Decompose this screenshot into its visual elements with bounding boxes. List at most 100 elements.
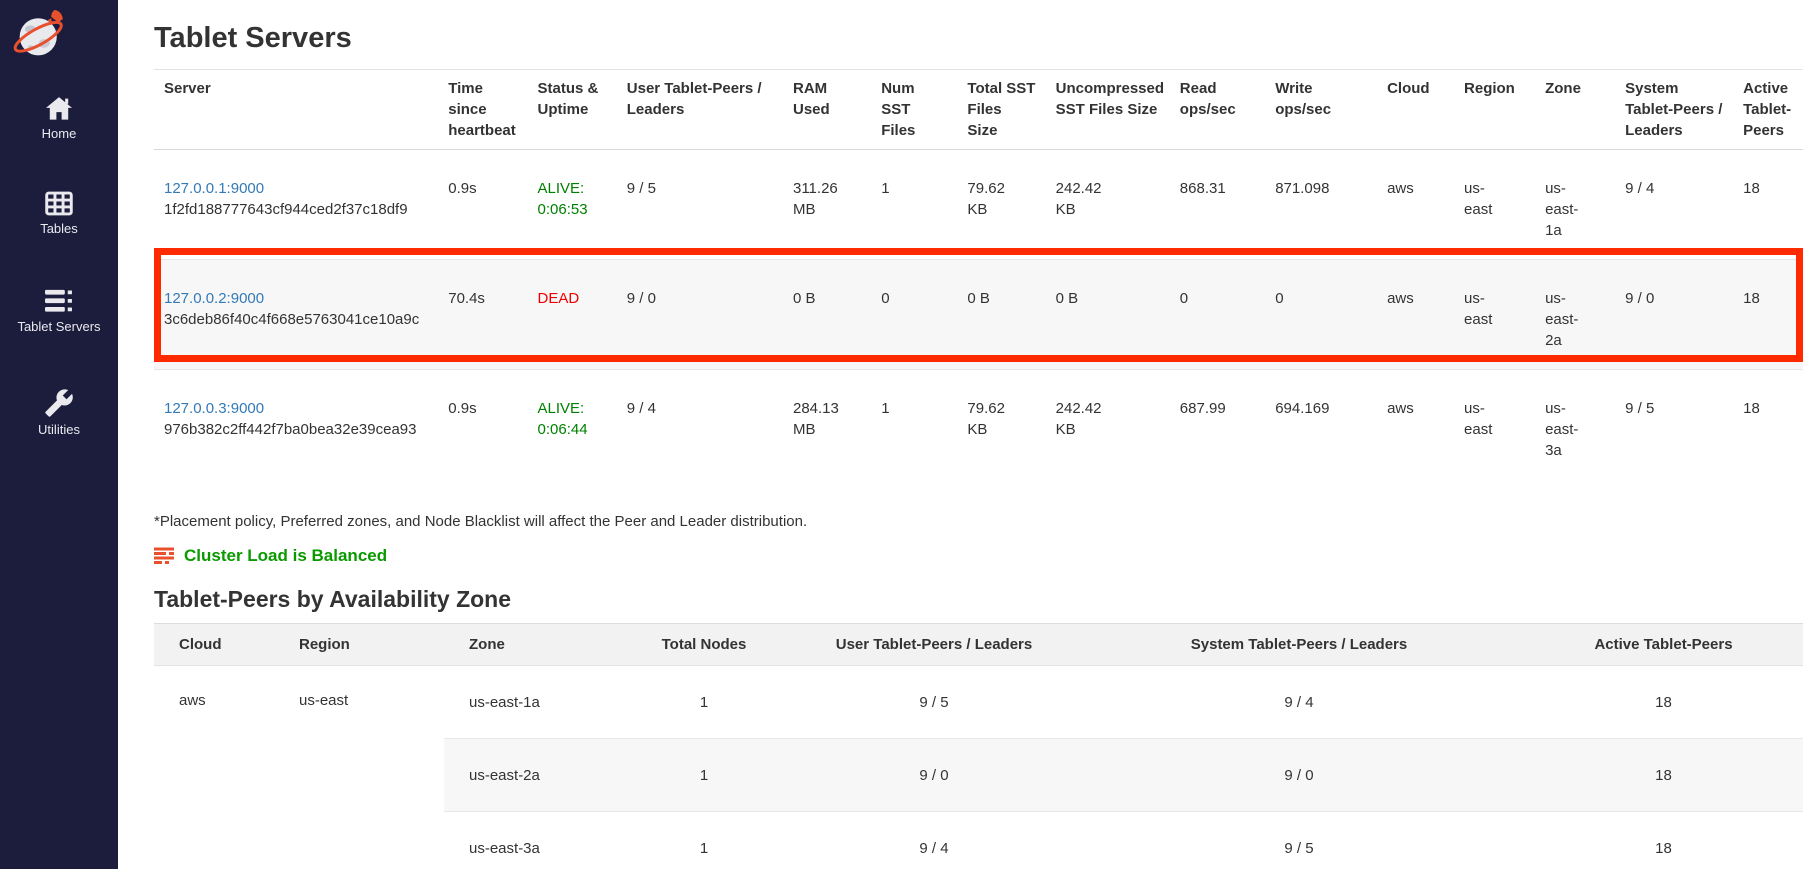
status-text: ALIVE: bbox=[538, 400, 585, 417]
col-server: Server bbox=[154, 70, 438, 150]
cluster-load-label: Cluster Load is Balanced bbox=[184, 546, 387, 566]
tables-icon bbox=[44, 190, 74, 217]
cell-heartbeat: 0.9s bbox=[438, 370, 527, 480]
cell-zone: us-east-2a bbox=[1535, 260, 1615, 370]
balance-icon bbox=[154, 547, 175, 565]
cell-read-ops: 868.31 bbox=[1170, 150, 1265, 260]
cluster-load-status: Cluster Load is Balanced bbox=[154, 546, 1805, 566]
col-zone: Zone bbox=[444, 624, 614, 666]
col-zone: Zone bbox=[1535, 70, 1615, 150]
wrench-icon bbox=[44, 388, 74, 418]
tablet-servers-table-wrap: Server Time since heartbeat Status & Upt… bbox=[154, 69, 1803, 479]
cell-total-nodes: 1 bbox=[614, 739, 794, 812]
status-text: ALIVE: bbox=[538, 180, 585, 197]
cell-user-peers: 9 / 5 bbox=[617, 150, 783, 260]
cell-system-peers: 9 / 5 bbox=[1074, 812, 1524, 885]
col-status: Status & Uptime bbox=[528, 70, 617, 150]
col-active-peers: Active Tablet-Peers bbox=[1524, 624, 1803, 666]
cell-read-ops: 0 bbox=[1170, 260, 1265, 370]
main-content: Tablet Servers Server Time since heartbe… bbox=[118, 0, 1805, 885]
cell-zone: us-east-3a bbox=[1535, 370, 1615, 480]
sidebar-item-tablet-servers[interactable]: Tablet Servers bbox=[0, 287, 118, 334]
placement-footnote: *Placement policy, Preferred zones, and … bbox=[154, 513, 1805, 530]
sidebar: Home Tables Tablet Servers Uti bbox=[0, 0, 118, 869]
col-total-nodes: Total Nodes bbox=[614, 624, 794, 666]
col-num-sst: Num SST Files bbox=[871, 70, 957, 150]
cell-user-peers: 9 / 4 bbox=[794, 812, 1074, 885]
cell-user-peers: 9 / 4 bbox=[617, 370, 783, 480]
cell-cloud: aws bbox=[154, 666, 274, 885]
sidebar-item-tables[interactable]: Tables bbox=[0, 190, 118, 236]
cell-active-peers: 18 bbox=[1524, 666, 1803, 739]
cell-status: ALIVE: 0:06:44 bbox=[528, 370, 617, 480]
server-link[interactable]: 127.0.0.3:9000 bbox=[164, 400, 264, 417]
server-uuid: 1f2fd188777643cf944ced2f37c18df9 bbox=[164, 201, 408, 218]
cell-heartbeat: 0.9s bbox=[438, 150, 527, 260]
cell-num-sst: 1 bbox=[871, 150, 957, 260]
cell-zone: us-east-1a bbox=[444, 666, 614, 739]
az-section-title: Tablet-Peers by Availability Zone bbox=[154, 586, 1805, 613]
cell-uncompressed-sst: 0 B bbox=[1046, 260, 1170, 370]
col-uncompressed-sst: Uncompressed SST Files Size bbox=[1046, 70, 1170, 150]
cell-total-sst: 0 B bbox=[957, 260, 1045, 370]
cell-zone: us-east-1a bbox=[1535, 150, 1615, 260]
server-row-2-dead: 127.0.0.2:9000 3c6deb86f40c4f668e5763041… bbox=[154, 260, 1803, 370]
cell-total-nodes: 1 bbox=[614, 666, 794, 739]
cell-uncompressed-sst: 242.42 KB bbox=[1046, 370, 1170, 480]
col-region: Region bbox=[274, 624, 444, 666]
col-active-peers: Active Tablet-Peers bbox=[1733, 70, 1803, 150]
col-ram: RAM Used bbox=[783, 70, 871, 150]
server-link[interactable]: 127.0.0.1:9000 bbox=[164, 180, 264, 197]
cell-num-sst: 0 bbox=[871, 260, 957, 370]
cell-zone: us-east-3a bbox=[444, 812, 614, 885]
cell-region: us-east bbox=[1454, 150, 1535, 260]
col-system-peers: System Tablet-Peers / Leaders bbox=[1615, 70, 1733, 150]
table-header-row: Server Time since heartbeat Status & Upt… bbox=[154, 70, 1803, 150]
col-cloud: Cloud bbox=[1377, 70, 1454, 150]
server-row-1: 127.0.0.1:9000 1f2fd188777643cf944ced2f3… bbox=[154, 150, 1803, 260]
cell-user-peers: 9 / 0 bbox=[794, 739, 1074, 812]
col-system-peers: System Tablet-Peers / Leaders bbox=[1074, 624, 1524, 666]
cell-uncompressed-sst: 242.42 KB bbox=[1046, 150, 1170, 260]
cell-read-ops: 687.99 bbox=[1170, 370, 1265, 480]
cell-cloud: aws bbox=[1377, 150, 1454, 260]
cell-ram: 0 B bbox=[783, 260, 871, 370]
sidebar-item-label: Tables bbox=[40, 221, 78, 236]
cell-total-sst: 79.62 KB bbox=[957, 370, 1045, 480]
cell-write-ops: 0 bbox=[1265, 260, 1377, 370]
server-row-3: 127.0.0.3:9000 976b382c2ff442f7ba0bea32e… bbox=[154, 370, 1803, 480]
cell-ram: 284.13 MB bbox=[783, 370, 871, 480]
col-user-peers: User Tablet-Peers / Leaders bbox=[617, 70, 783, 150]
yugabyte-logo[interactable] bbox=[12, 8, 70, 60]
cell-total-sst: 79.62 KB bbox=[957, 150, 1045, 260]
cell-system-peers: 9 / 4 bbox=[1615, 150, 1733, 260]
col-cloud: Cloud bbox=[154, 624, 274, 666]
cell-total-nodes: 1 bbox=[614, 812, 794, 885]
uptime-text: 0:06:44 bbox=[538, 421, 588, 438]
sidebar-item-label: Utilities bbox=[38, 422, 80, 437]
cell-system-peers: 9 / 0 bbox=[1074, 739, 1524, 812]
status-text: DEAD bbox=[538, 290, 580, 307]
cell-active-peers: 18 bbox=[1733, 260, 1803, 370]
sidebar-item-home[interactable]: Home bbox=[0, 96, 118, 141]
planet-rocket-logo bbox=[12, 8, 70, 60]
col-write-ops: Write ops/sec bbox=[1265, 70, 1377, 150]
server-link[interactable]: 127.0.0.2:9000 bbox=[164, 290, 264, 307]
cell-num-sst: 1 bbox=[871, 370, 957, 480]
server-uuid: 3c6deb86f40c4f668e5763041ce10a9c bbox=[164, 311, 419, 328]
cell-active-peers: 18 bbox=[1524, 812, 1803, 885]
server-uuid: 976b382c2ff442f7ba0bea32e39cea93 bbox=[164, 421, 416, 438]
cell-zone: us-east-2a bbox=[444, 739, 614, 812]
cell-system-peers: 9 / 0 bbox=[1615, 260, 1733, 370]
cell-region: us-east bbox=[1454, 260, 1535, 370]
az-header-row: Cloud Region Zone Total Nodes User Table… bbox=[154, 624, 1803, 666]
col-region: Region bbox=[1454, 70, 1535, 150]
sidebar-item-utilities[interactable]: Utilities bbox=[0, 388, 118, 437]
cell-heartbeat: 70.4s bbox=[438, 260, 527, 370]
cell-write-ops: 694.169 bbox=[1265, 370, 1377, 480]
sidebar-item-label: Tablet Servers bbox=[17, 319, 100, 334]
cell-status: ALIVE: 0:06:53 bbox=[528, 150, 617, 260]
home-icon bbox=[44, 96, 74, 122]
cell-server: 127.0.0.2:9000 3c6deb86f40c4f668e5763041… bbox=[154, 260, 438, 370]
page-title: Tablet Servers bbox=[154, 22, 1805, 55]
